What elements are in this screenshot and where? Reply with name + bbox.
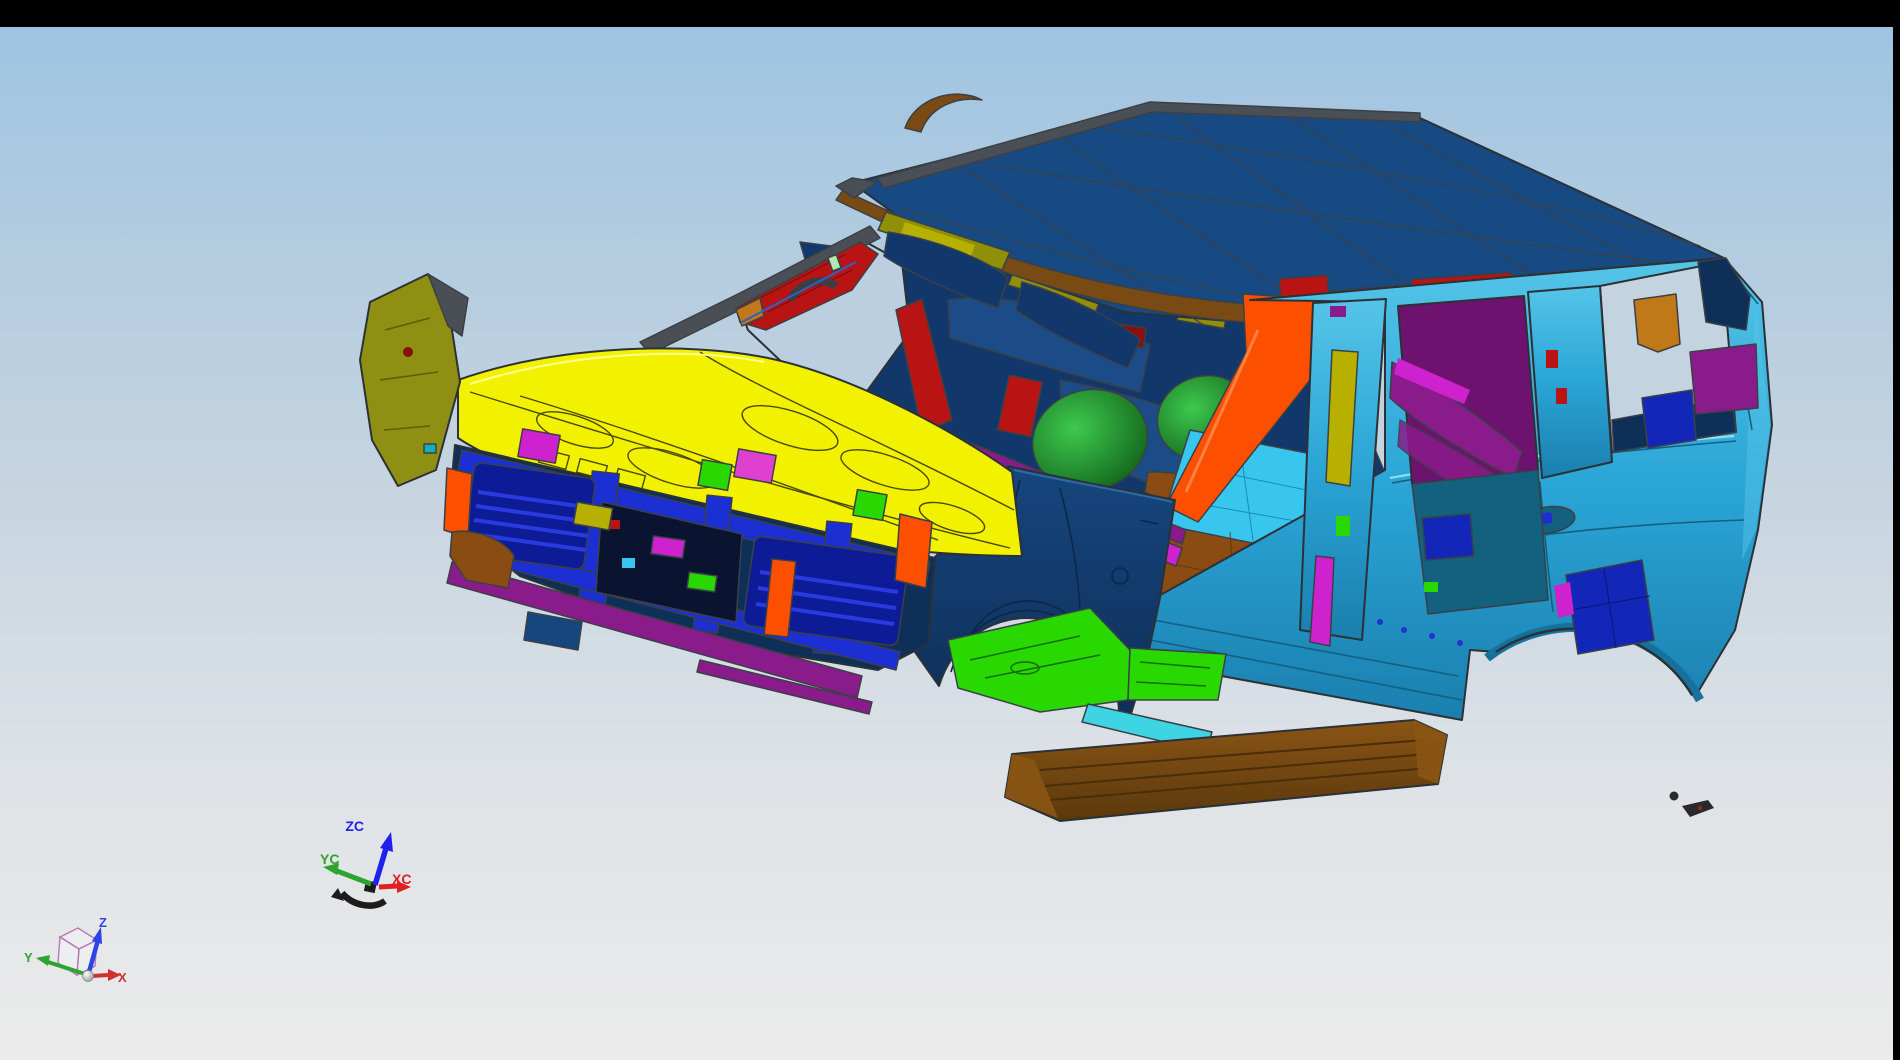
datum-origin-ball[interactable] xyxy=(83,971,94,982)
right-window-bar xyxy=(1893,0,1900,1060)
graphics-window[interactable]: ZC YC XC Z Y xyxy=(0,0,1900,1060)
wcs-y-label: YC xyxy=(320,851,339,867)
datum-x-label: X xyxy=(118,970,127,985)
cad-application-window: ZC YC XC Z Y xyxy=(0,0,1900,1060)
top-window-bar xyxy=(0,0,1900,27)
wcs-z-label: ZC xyxy=(345,818,364,834)
c-pillar[interactable] xyxy=(1528,286,1612,478)
datum-z-label: Z xyxy=(99,915,107,930)
wcs-x-label: XC xyxy=(392,871,411,887)
datum-y-label: Y xyxy=(24,950,33,965)
